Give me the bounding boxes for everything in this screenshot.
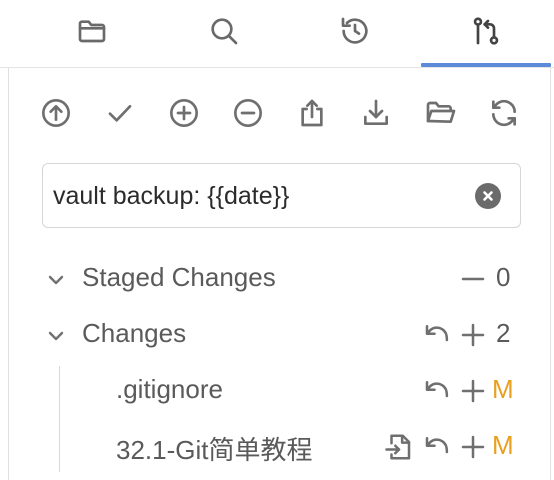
discard-file-button[interactable]	[422, 376, 452, 406]
open-file-button[interactable]	[384, 432, 414, 462]
arrow-up-circle-icon	[42, 99, 70, 127]
chevron-down-icon[interactable]	[44, 268, 68, 292]
upload-icon	[301, 99, 323, 127]
tab-history[interactable]	[338, 14, 372, 48]
changed-file-row[interactable]: .gitignore M	[0, 368, 554, 412]
commit-message-input[interactable]	[53, 178, 463, 214]
chevron-down-icon[interactable]	[44, 324, 68, 348]
tab-files[interactable]	[75, 14, 109, 48]
staged-changes-header[interactable]: Staged Changes 0	[0, 256, 554, 300]
tab-source-control[interactable]	[469, 14, 503, 48]
source-control-toolbar	[36, 92, 526, 132]
plus-icon	[461, 435, 485, 459]
folder-open-icon	[426, 101, 456, 123]
clear-message-button[interactable]	[475, 183, 501, 209]
check-icon	[108, 105, 132, 122]
plus-icon	[461, 379, 485, 403]
view-tab-bar	[0, 0, 554, 68]
commit-button[interactable]	[101, 94, 139, 132]
file-name: .gitignore	[116, 374, 223, 404]
staged-changes-label: Staged Changes	[82, 262, 276, 292]
folder-icon	[78, 20, 106, 43]
discard-all-button[interactable]	[422, 320, 452, 350]
file-status-badge: M	[492, 374, 514, 404]
undo-icon	[425, 381, 449, 398]
stage-all-changes-button[interactable]	[458, 320, 488, 350]
file-status-badge: M	[492, 430, 514, 460]
refresh-icon	[492, 99, 516, 127]
file-open-icon	[385, 434, 411, 460]
changed-file-row[interactable]: 32.1-Git简单教程 M	[0, 424, 554, 468]
pull-button[interactable]	[357, 94, 395, 132]
tab-bar-divider	[0, 67, 554, 68]
unstage-all-staged-button[interactable]	[458, 264, 488, 294]
plus-circle-icon	[170, 99, 198, 127]
file-name: 32.1-Git简单教程	[116, 435, 313, 465]
close-icon	[483, 191, 493, 201]
tab-search[interactable]	[207, 14, 241, 48]
changes-count: 2	[496, 318, 511, 348]
unstage-all-button[interactable]	[229, 94, 267, 132]
search-icon	[211, 18, 238, 45]
plus-icon	[461, 323, 485, 347]
open-folder-button[interactable]	[421, 94, 459, 132]
stage-file-button[interactable]	[458, 376, 488, 406]
download-icon	[364, 99, 388, 125]
minus-icon	[461, 277, 485, 281]
stage-file-button[interactable]	[458, 432, 488, 462]
push-button[interactable]	[37, 94, 75, 132]
history-icon	[341, 17, 368, 44]
staged-count: 0	[496, 262, 511, 292]
commit-message-box	[42, 163, 521, 228]
discard-file-button[interactable]	[422, 432, 452, 462]
refresh-button[interactable]	[485, 94, 523, 132]
changes-label: Changes	[82, 318, 187, 348]
stage-all-button[interactable]	[165, 94, 203, 132]
git-pull-request-icon	[473, 17, 499, 45]
minus-circle-icon	[234, 99, 262, 127]
undo-icon	[425, 325, 449, 342]
undo-icon	[425, 437, 449, 454]
changes-header[interactable]: Changes 2	[0, 312, 554, 356]
upload-button[interactable]	[293, 94, 331, 132]
